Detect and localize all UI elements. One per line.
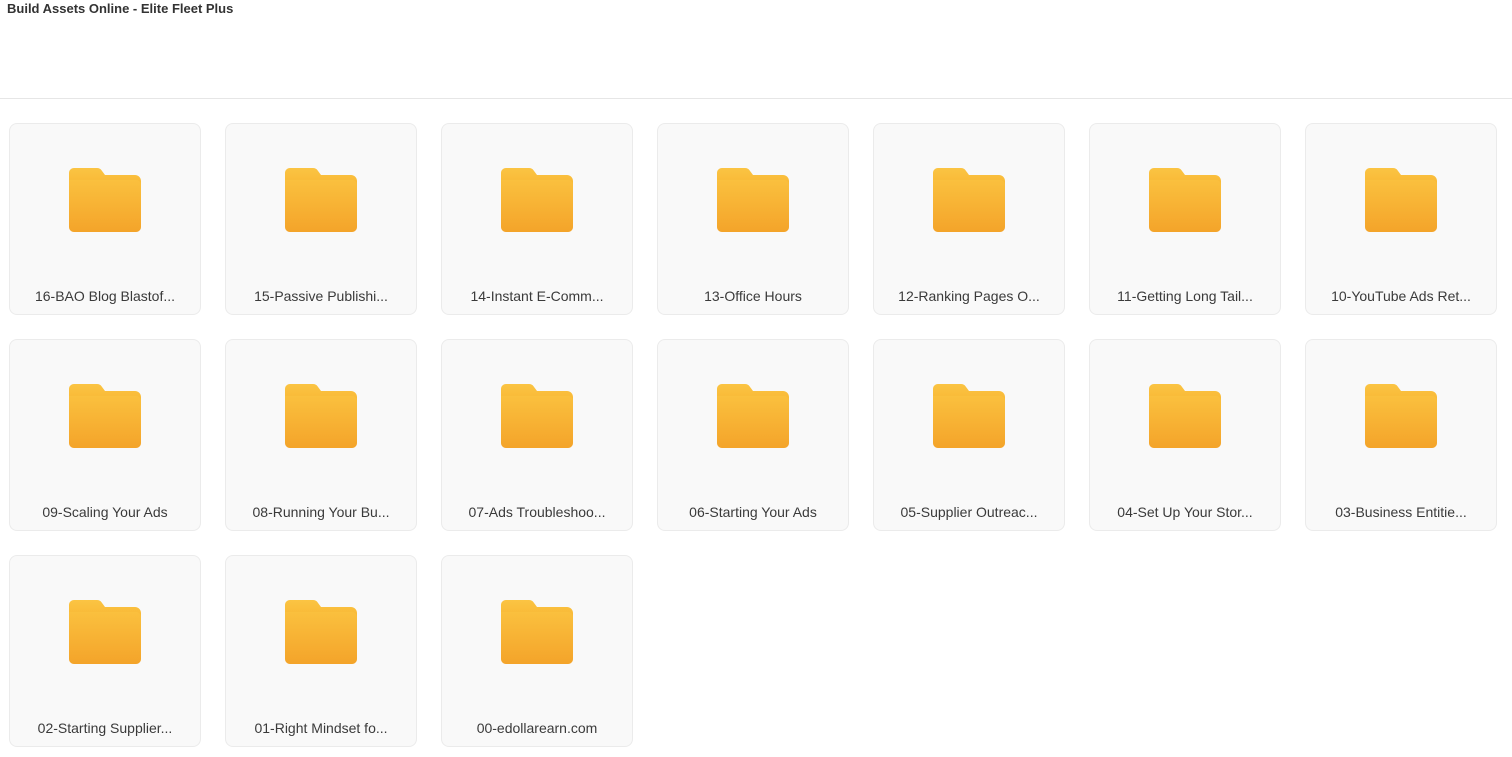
folder-label: 15-Passive Publishi... <box>254 288 388 304</box>
folder-card[interactable]: 12-Ranking Pages O... <box>873 123 1065 315</box>
folder-card[interactable]: 11-Getting Long Tail... <box>1089 123 1281 315</box>
folder-label: 09-Scaling Your Ads <box>42 504 168 520</box>
folder-icon <box>501 168 573 232</box>
folder-icon <box>717 384 789 448</box>
folder-icon <box>285 600 357 664</box>
folder-label: 02-Starting Supplier... <box>37 720 173 736</box>
folder-card[interactable]: 02-Starting Supplier... <box>9 555 201 747</box>
folder-icon <box>501 600 573 664</box>
folder-label: 14-Instant E-Comm... <box>470 288 604 304</box>
folder-label: 13-Office Hours <box>704 288 802 304</box>
folder-label: 11-Getting Long Tail... <box>1117 288 1253 304</box>
folder-icon <box>285 168 357 232</box>
folder-label: 12-Ranking Pages O... <box>898 288 1040 304</box>
folder-label: 16-BAO Blog Blastof... <box>34 288 176 304</box>
folder-card[interactable]: 08-Running Your Bu... <box>225 339 417 531</box>
folder-icon <box>285 384 357 448</box>
folder-icon <box>501 384 573 448</box>
folder-card[interactable]: 05-Supplier Outreac... <box>873 339 1065 531</box>
folder-label: 05-Supplier Outreac... <box>900 504 1038 520</box>
folder-grid: 16-BAO Blog Blastof... 15-Passive Publis… <box>9 123 1497 747</box>
folder-label: 06-Starting Your Ads <box>689 504 817 520</box>
folder-card[interactable]: 09-Scaling Your Ads <box>9 339 201 531</box>
folder-icon <box>69 600 141 664</box>
folder-icon <box>1365 168 1437 232</box>
page-header: Build Assets Online - Elite Fleet Plus <box>0 0 1512 99</box>
folder-label: 01-Right Mindset fo... <box>254 720 388 736</box>
folder-icon <box>1365 384 1437 448</box>
folder-icon <box>933 168 1005 232</box>
folder-label: 10-YouTube Ads Ret... <box>1331 288 1471 304</box>
folder-card[interactable]: 00-edollarearn.com <box>441 555 633 747</box>
folder-card[interactable]: 14-Instant E-Comm... <box>441 123 633 315</box>
folder-label: 03-Business Entitie... <box>1335 504 1467 520</box>
folder-card[interactable]: 07-Ads Troubleshoo... <box>441 339 633 531</box>
folder-icon <box>1149 168 1221 232</box>
folder-icon <box>69 384 141 448</box>
folder-label: 04-Set Up Your Stor... <box>1117 504 1253 520</box>
folder-card[interactable]: 01-Right Mindset fo... <box>225 555 417 747</box>
folder-card[interactable]: 16-BAO Blog Blastof... <box>9 123 201 315</box>
folder-icon <box>717 168 789 232</box>
folder-label: 08-Running Your Bu... <box>252 504 390 520</box>
folder-card[interactable]: 10-YouTube Ads Ret... <box>1305 123 1497 315</box>
folder-label: 07-Ads Troubleshoo... <box>468 504 606 520</box>
folder-icon <box>69 168 141 232</box>
page-title: Build Assets Online - Elite Fleet Plus <box>7 1 234 16</box>
folder-card[interactable]: 15-Passive Publishi... <box>225 123 417 315</box>
folder-card[interactable]: 03-Business Entitie... <box>1305 339 1497 531</box>
folder-icon <box>1149 384 1221 448</box>
folder-card[interactable]: 13-Office Hours <box>657 123 849 315</box>
folder-label: 00-edollarearn.com <box>476 720 598 736</box>
folder-card[interactable]: 04-Set Up Your Stor... <box>1089 339 1281 531</box>
folder-icon <box>933 384 1005 448</box>
folder-card[interactable]: 06-Starting Your Ads <box>657 339 849 531</box>
